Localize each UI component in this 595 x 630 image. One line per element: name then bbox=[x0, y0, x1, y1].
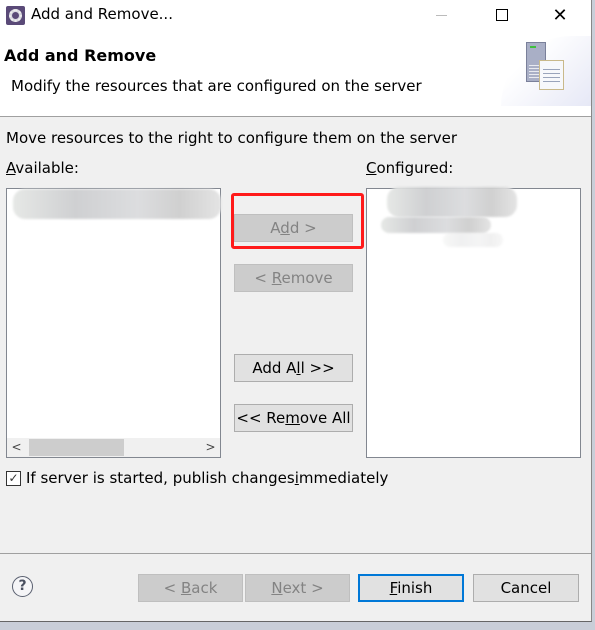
next-button[interactable]: Next > bbox=[245, 574, 350, 602]
minimize-button[interactable] bbox=[418, 0, 464, 30]
add-all-button-label-rest: l >> bbox=[300, 359, 335, 377]
close-button[interactable]: ✕ bbox=[537, 0, 583, 30]
available-label-mnemonic: A bbox=[6, 159, 16, 177]
scroll-thumb[interactable] bbox=[29, 439, 124, 456]
back-button-label: < bbox=[163, 579, 181, 597]
add-button-label: A bbox=[270, 219, 281, 237]
remove-all-button[interactable]: << Remove All bbox=[234, 404, 353, 432]
close-icon: ✕ bbox=[552, 4, 568, 26]
document-icon bbox=[539, 60, 564, 90]
publish-immediately-checkbox[interactable]: ✓ If server is started, publish changes … bbox=[6, 469, 388, 487]
wizard-header: Add and Remove Modify the resources that… bbox=[0, 30, 591, 117]
add-all-button[interactable]: Add All >> bbox=[234, 354, 353, 382]
window-title: Add and Remove... bbox=[31, 5, 173, 23]
publish-checkbox-label-rest: mmediately bbox=[298, 469, 389, 487]
configured-list-item[interactable] bbox=[387, 187, 517, 217]
help-icon[interactable]: ? bbox=[12, 576, 33, 597]
remove-button-label: < bbox=[254, 269, 272, 287]
available-list-item[interactable] bbox=[13, 189, 221, 219]
add-button[interactable]: Add > bbox=[234, 214, 353, 242]
available-list[interactable]: < > bbox=[6, 188, 221, 458]
configured-list-item[interactable] bbox=[381, 217, 491, 233]
minimize-icon bbox=[435, 14, 447, 16]
remove-all-button-mnemonic: m bbox=[285, 409, 300, 427]
add-all-button-label: Add A bbox=[252, 359, 297, 377]
available-label: Available: bbox=[6, 159, 79, 177]
publish-checkbox-label: If server is started, publish changes bbox=[26, 469, 295, 487]
title-bar: Add and Remove... ✕ bbox=[0, 0, 591, 30]
next-button-mnemonic: N bbox=[271, 579, 283, 597]
eclipse-gear-icon bbox=[6, 6, 25, 25]
scroll-right-icon[interactable]: > bbox=[201, 438, 220, 457]
remove-button-label-rest: emove bbox=[281, 269, 333, 287]
available-label-text: vailable: bbox=[15, 159, 79, 177]
remove-button[interactable]: < Remove bbox=[234, 264, 353, 292]
configured-label-text: onfigured: bbox=[376, 159, 454, 177]
add-button-label-rest: d > bbox=[289, 219, 317, 237]
instruction-text: Move resources to the right to configure… bbox=[6, 129, 458, 147]
next-button-label-rest: ext > bbox=[282, 579, 324, 597]
back-button-mnemonic: B bbox=[180, 579, 192, 597]
add-remove-dialog: Add and Remove... ✕ Add and Remove Modif… bbox=[0, 0, 592, 622]
maximize-button[interactable] bbox=[479, 0, 525, 30]
finish-button-label-rest: inish bbox=[397, 579, 433, 597]
footer-separator bbox=[0, 553, 591, 554]
configured-label-mnemonic: C bbox=[366, 159, 377, 177]
configured-label: Configured: bbox=[366, 159, 453, 177]
remove-all-button-label-rest: ove All bbox=[299, 409, 351, 427]
finish-button[interactable]: Finish bbox=[358, 574, 464, 602]
cancel-button[interactable]: Cancel bbox=[473, 574, 579, 602]
maximize-icon bbox=[496, 9, 508, 21]
configured-list-item[interactable] bbox=[443, 233, 503, 247]
checkbox-checked-icon[interactable]: ✓ bbox=[6, 470, 21, 486]
configured-list[interactable] bbox=[366, 187, 581, 458]
horizontal-scrollbar[interactable]: < > bbox=[7, 438, 220, 457]
page-title: Add and Remove bbox=[4, 46, 157, 65]
server-config-graphic bbox=[501, 36, 591, 106]
back-button-label-rest: ack bbox=[191, 579, 218, 597]
back-button[interactable]: < Back bbox=[138, 574, 243, 602]
add-button-mnemonic: d bbox=[280, 219, 290, 237]
scroll-left-icon[interactable]: < bbox=[7, 438, 26, 457]
page-description: Modify the resources that are configured… bbox=[11, 77, 422, 95]
remove-all-button-label: << Re bbox=[236, 409, 286, 427]
